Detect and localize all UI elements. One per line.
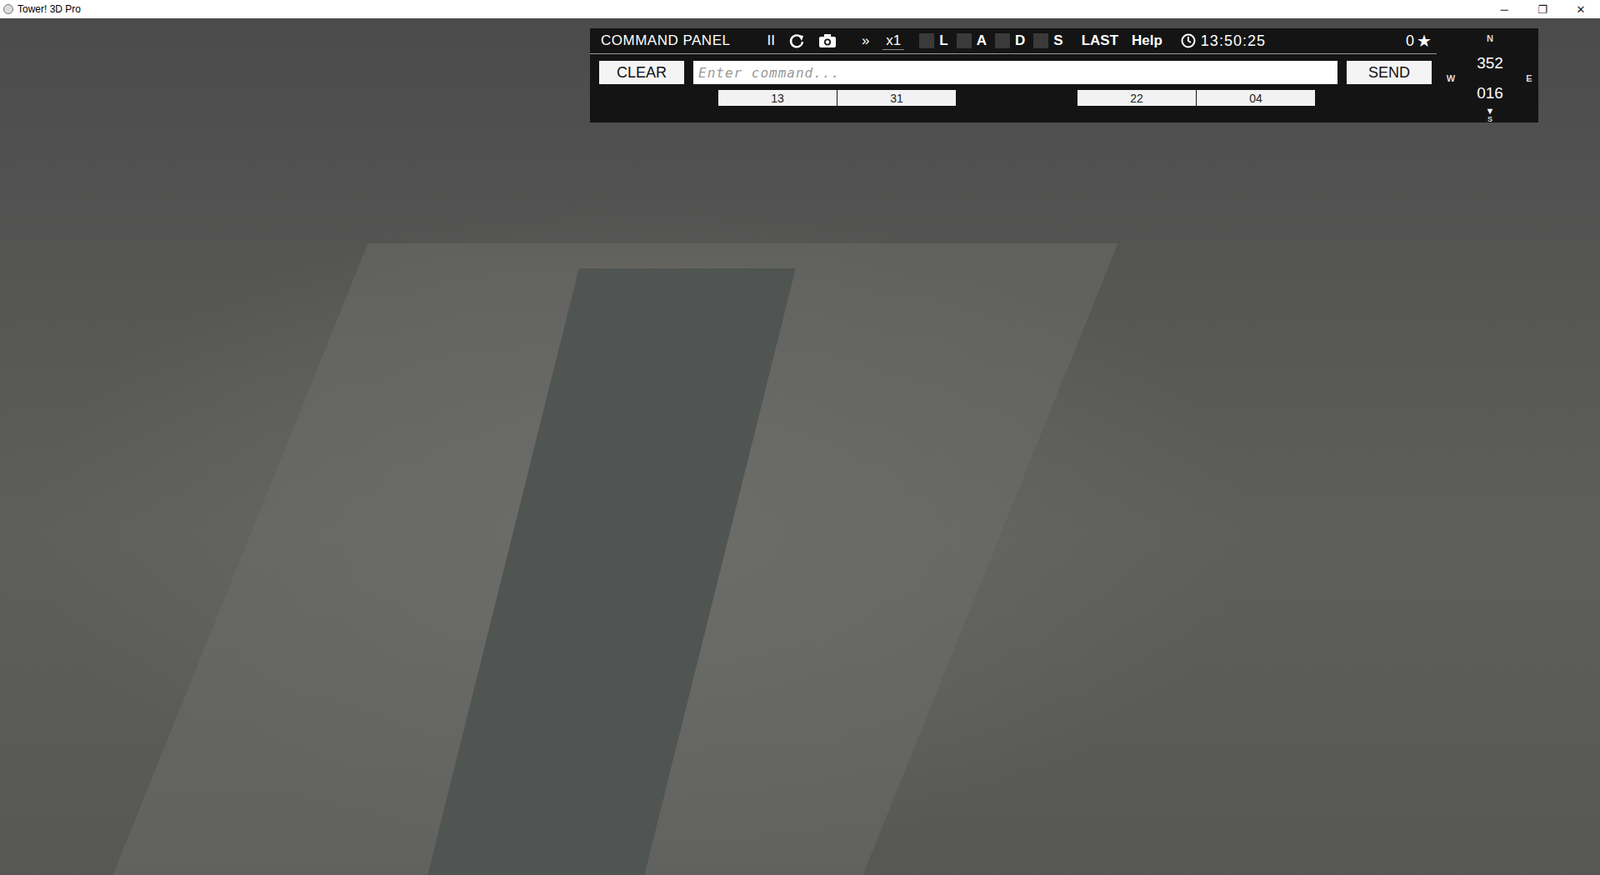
- compass-reading: 016: [1476, 85, 1504, 101]
- compass-north: N: [1486, 33, 1494, 44]
- command-panel: COMMAND PANEL II » x1 L A D S LAST Help 13:50:25 0★…: [590, 28, 1539, 123]
- clock-time: 13:50:25: [1200, 32, 1266, 50]
- filter-label: L: [939, 32, 948, 50]
- runway-group: 2204: [1077, 90, 1315, 106]
- compass-west: W: [1446, 73, 1455, 84]
- last-button[interactable]: LAST: [1081, 32, 1119, 50]
- restore-button[interactable]: ❐: [1523, 0, 1562, 19]
- runway-button[interactable]: 31: [837, 90, 956, 106]
- filter-checkbox[interactable]: L: [919, 32, 948, 50]
- command-input[interactable]: [693, 60, 1338, 85]
- checkbox-box[interactable]: [956, 33, 972, 49]
- title-bar: Tower! 3D Pro ─❐✕: [0, 0, 1600, 19]
- checkbox-box[interactable]: [1033, 33, 1049, 49]
- filter-label: S: [1053, 32, 1063, 50]
- filter-checkbox[interactable]: S: [1033, 32, 1063, 50]
- runway-button[interactable]: 04: [1196, 90, 1315, 106]
- app-icon: [3, 4, 14, 15]
- score: 0: [1405, 32, 1415, 50]
- star-icon: ★: [1416, 30, 1432, 51]
- compass-south: S: [1487, 115, 1493, 124]
- window-title: Tower! 3D Pro: [17, 3, 81, 15]
- screenshot-button[interactable]: [818, 33, 837, 49]
- speed-label[interactable]: x1: [882, 32, 905, 50]
- checkbox-box[interactable]: [919, 33, 935, 49]
- refresh-button[interactable]: [788, 32, 805, 50]
- filter-label: D: [1015, 32, 1025, 50]
- minimize-button[interactable]: ─: [1485, 0, 1524, 19]
- clear-button[interactable]: CLEAR: [599, 60, 685, 85]
- panel-main: COMMAND PANEL II » x1 L A D S LAST Help 13:50:25 0★…: [590, 28, 1442, 123]
- checkbox-box[interactable]: [995, 33, 1010, 49]
- compass-south-group: ▼S: [1485, 106, 1495, 124]
- compass[interactable]: N W 352 016 E ▼S: [1441, 28, 1539, 123]
- refresh-icon[interactable]: [788, 32, 805, 50]
- runway-row: 1331 2204: [590, 84, 1442, 113]
- runway-button[interactable]: 13: [718, 90, 837, 106]
- command-row: CLEAR SEND: [590, 54, 1442, 85]
- airport-view[interactable]: COMMAND PANEL II » x1 L A D S LAST Help 13:50:25 0★…: [0, 18, 1600, 875]
- runway-button[interactable]: 22: [1077, 90, 1196, 106]
- panel-title: COMMAND PANEL: [600, 32, 730, 50]
- compass-heading: 352: [1476, 55, 1504, 71]
- help-button[interactable]: Help: [1131, 32, 1163, 50]
- window-controls: ─❐✕: [1485, 0, 1600, 19]
- panel-toolbar: COMMAND PANEL II » x1 L A D S LAST Help 13:50:25 0★: [590, 28, 1437, 55]
- close-button[interactable]: ✕: [1561, 0, 1600, 19]
- title-area: Tower! 3D Pro: [0, 3, 81, 15]
- pause-button[interactable]: II: [766, 32, 775, 50]
- send-button[interactable]: SEND: [1346, 60, 1432, 85]
- camera-icon[interactable]: [818, 33, 837, 49]
- filter-label: A: [976, 32, 987, 50]
- compass-arrow-icon: ▼: [1485, 106, 1495, 116]
- fast-forward-button[interactable]: »: [861, 32, 870, 50]
- filter-checkbox[interactable]: A: [956, 32, 987, 50]
- clock-icon: [1180, 33, 1196, 49]
- runway-group: 1331: [718, 90, 956, 106]
- filter-checkbox[interactable]: D: [995, 32, 1025, 50]
- compass-east: E: [1525, 73, 1532, 84]
- clock: 13:50:25: [1180, 32, 1266, 50]
